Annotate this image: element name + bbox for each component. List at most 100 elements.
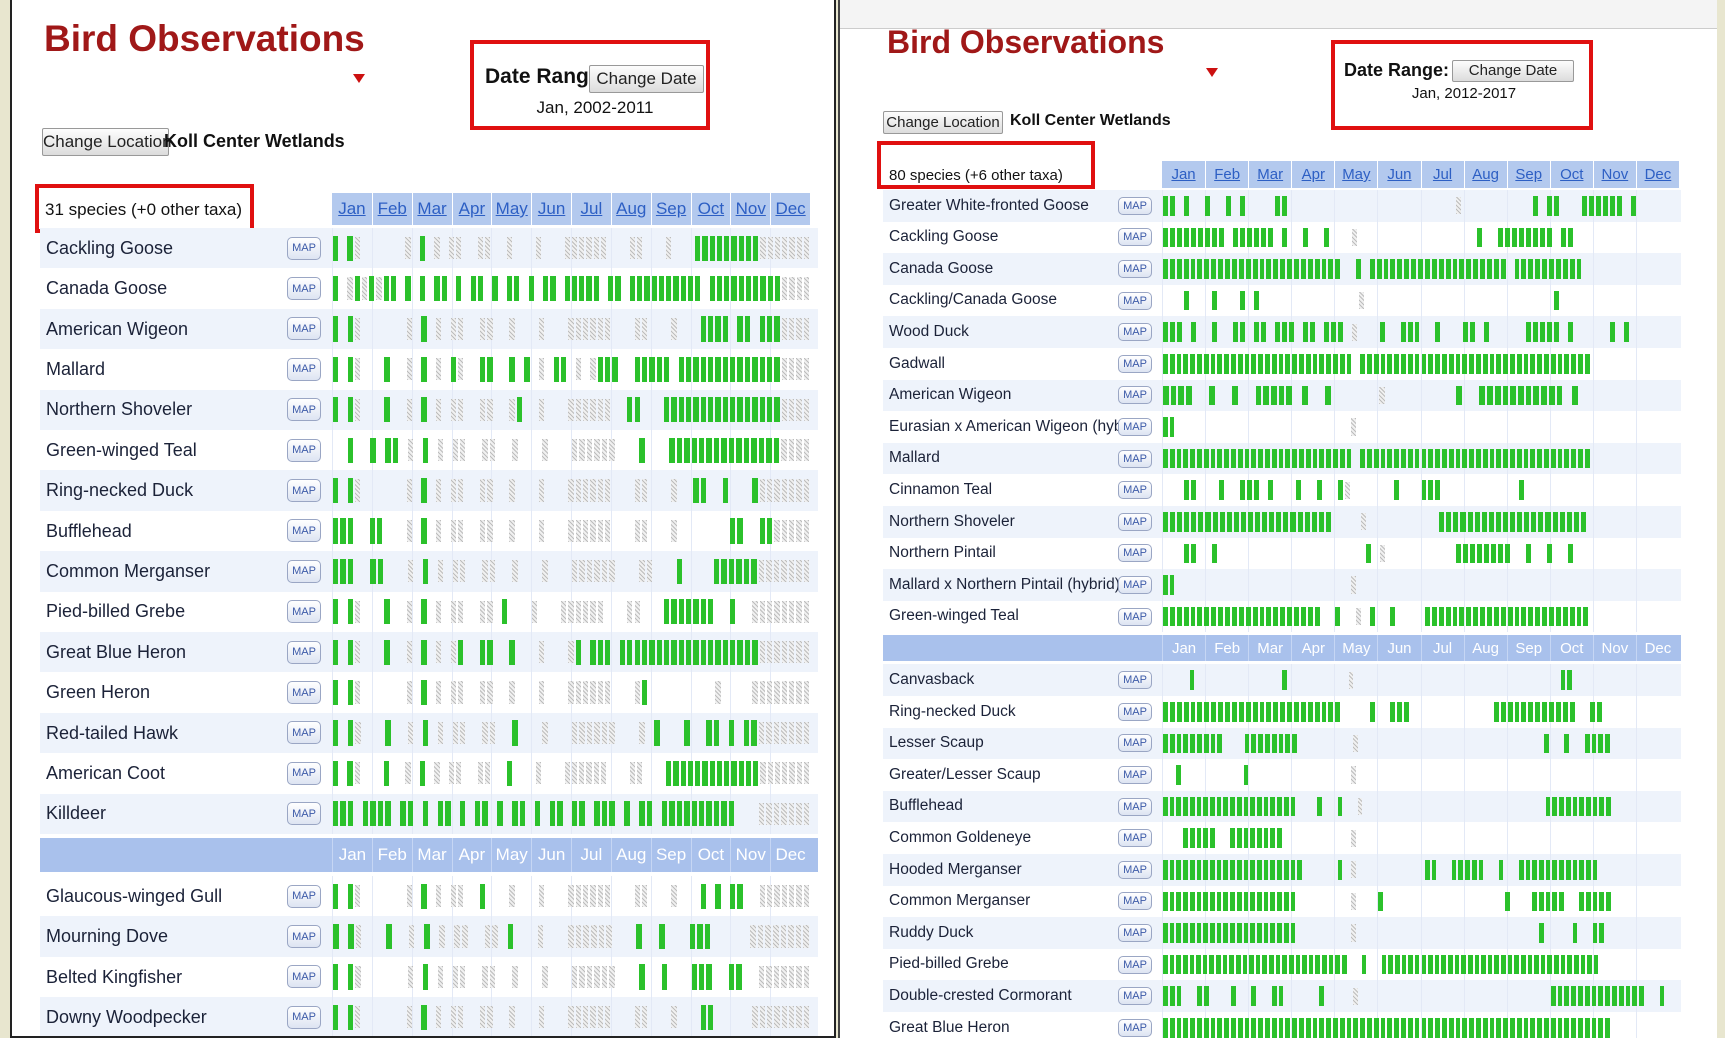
map-button[interactable]: MAP [1118, 386, 1152, 405]
map-button[interactable]: MAP [1118, 259, 1152, 278]
species-name[interactable]: Common Merganser [46, 551, 309, 591]
month-feb[interactable]: Feb [1205, 161, 1248, 188]
month-dec[interactable]: Dec [1635, 161, 1679, 188]
map-button[interactable]: MAP [287, 277, 321, 301]
month-sep[interactable]: Sep [1506, 161, 1550, 188]
species-name[interactable]: Mallard [889, 443, 1155, 475]
dropdown-arrow-icon[interactable] [1206, 68, 1218, 77]
species-name[interactable]: Glaucous-winged Gull [46, 876, 309, 916]
species-name[interactable]: Northern Shoveler [889, 506, 1155, 538]
species-name[interactable]: American Wigeon [889, 380, 1155, 412]
month-apr[interactable]: Apr [1291, 161, 1334, 188]
month-jan[interactable]: Jan [332, 193, 372, 225]
map-button[interactable]: MAP [1118, 702, 1152, 721]
species-name[interactable]: Canvasback [889, 664, 1155, 696]
map-button[interactable]: MAP [287, 236, 321, 260]
species-name[interactable]: Northern Pintail [889, 538, 1155, 570]
month-jun[interactable]: Jun [1377, 161, 1420, 188]
map-button[interactable]: MAP [1118, 196, 1152, 215]
species-name[interactable]: Red-tailed Hawk [46, 713, 309, 753]
species-name[interactable]: Great Blue Heron [46, 632, 309, 672]
species-name[interactable]: Northern Shoveler [46, 390, 309, 430]
species-name[interactable]: Canada Goose [889, 253, 1155, 285]
month-sep[interactable]: Sep [650, 193, 691, 225]
map-button[interactable]: MAP [1118, 291, 1152, 310]
change-date-button[interactable]: Change Date [589, 65, 704, 93]
species-name[interactable]: Lesser Scaup [889, 728, 1155, 760]
species-name[interactable]: Cackling/Canada Goose [889, 285, 1155, 317]
species-name[interactable]: American Coot [46, 753, 309, 793]
map-button[interactable]: MAP [1118, 417, 1152, 436]
map-button[interactable]: MAP [287, 479, 321, 503]
species-name[interactable]: Green-winged Teal [46, 430, 309, 470]
map-button[interactable]: MAP [287, 559, 321, 583]
dropdown-arrow-icon[interactable] [353, 74, 365, 83]
map-button[interactable]: MAP [287, 721, 321, 745]
species-name[interactable]: Canada Goose [46, 268, 309, 308]
map-button[interactable]: MAP [1118, 575, 1152, 594]
change-date-button[interactable]: Change Date [1452, 60, 1574, 82]
species-name[interactable]: Bufflehead [46, 511, 309, 551]
map-button[interactable]: MAP [1118, 1018, 1152, 1037]
map-button[interactable]: MAP [1118, 671, 1152, 690]
month-mar[interactable]: Mar [411, 193, 452, 225]
map-button[interactable]: MAP [287, 802, 321, 826]
species-name[interactable]: Green-winged Teal [889, 601, 1155, 633]
map-button[interactable]: MAP [287, 884, 321, 908]
month-feb[interactable]: Feb [371, 193, 412, 225]
map-button[interactable]: MAP [1118, 829, 1152, 848]
map-button[interactable]: MAP [287, 438, 321, 462]
map-button[interactable]: MAP [287, 761, 321, 785]
map-button[interactable]: MAP [1118, 860, 1152, 879]
month-aug[interactable]: Aug [1463, 161, 1507, 188]
map-button[interactable]: MAP [1118, 607, 1152, 626]
map-button[interactable]: MAP [1118, 228, 1152, 247]
species-name[interactable]: American Wigeon [46, 309, 309, 349]
map-button[interactable]: MAP [1118, 354, 1152, 373]
species-name[interactable]: Hooded Merganser [889, 854, 1155, 886]
map-button[interactable]: MAP [1118, 923, 1152, 942]
species-name[interactable]: Belted Kingfisher [46, 957, 309, 997]
species-name[interactable]: Mallard x Northern Pintail (hybrid) [889, 569, 1155, 601]
species-name[interactable]: Greater White-fronted Goose [889, 190, 1155, 222]
species-name[interactable]: Eurasian x American Wigeon (hybrid) [889, 411, 1155, 443]
map-button[interactable]: MAP [1118, 544, 1152, 563]
map-button[interactable]: MAP [287, 965, 321, 989]
month-jun[interactable]: Jun [531, 193, 571, 225]
map-button[interactable]: MAP [287, 1005, 321, 1029]
species-name[interactable]: Double-crested Cormorant [889, 980, 1155, 1012]
species-name[interactable]: Killdeer [46, 794, 309, 834]
species-name[interactable]: Ring-necked Duck [889, 696, 1155, 728]
species-name[interactable]: Wood Duck [889, 316, 1155, 348]
map-button[interactable]: MAP [287, 317, 321, 341]
month-may[interactable]: May [1334, 161, 1377, 188]
month-mar[interactable]: Mar [1248, 161, 1291, 188]
map-button[interactable]: MAP [1118, 765, 1152, 784]
map-button[interactable]: MAP [287, 357, 321, 381]
month-aug[interactable]: Aug [610, 193, 651, 225]
month-oct[interactable]: Oct [1549, 161, 1593, 188]
species-name[interactable]: Pied-billed Grebe [889, 949, 1155, 981]
species-name[interactable]: Common Merganser [889, 886, 1155, 918]
month-oct[interactable]: Oct [690, 193, 731, 225]
species-name[interactable]: Cackling Goose [46, 228, 309, 268]
month-dec[interactable]: Dec [770, 193, 810, 225]
month-apr[interactable]: Apr [451, 193, 492, 225]
map-button[interactable]: MAP [287, 640, 321, 664]
species-name[interactable]: Pied-billed Grebe [46, 592, 309, 632]
species-name[interactable]: Green Heron [46, 672, 309, 712]
species-name[interactable]: Downy Woodpecker [46, 997, 309, 1036]
species-name[interactable]: Common Goldeneye [889, 822, 1155, 854]
month-jul[interactable]: Jul [571, 193, 611, 225]
map-button[interactable]: MAP [1118, 955, 1152, 974]
month-jan[interactable]: Jan [1162, 161, 1205, 188]
map-button[interactable]: MAP [1118, 797, 1152, 816]
map-button[interactable]: MAP [1118, 449, 1152, 468]
map-button[interactable]: MAP [1118, 892, 1152, 911]
month-jul[interactable]: Jul [1420, 161, 1464, 188]
change-location-button[interactable]: Change Location [883, 111, 1003, 134]
month-nov[interactable]: Nov [1592, 161, 1636, 188]
species-name[interactable]: Gadwall [889, 348, 1155, 380]
species-name[interactable]: Greater/Lesser Scaup [889, 759, 1155, 791]
species-name[interactable]: Mallard [46, 349, 309, 389]
